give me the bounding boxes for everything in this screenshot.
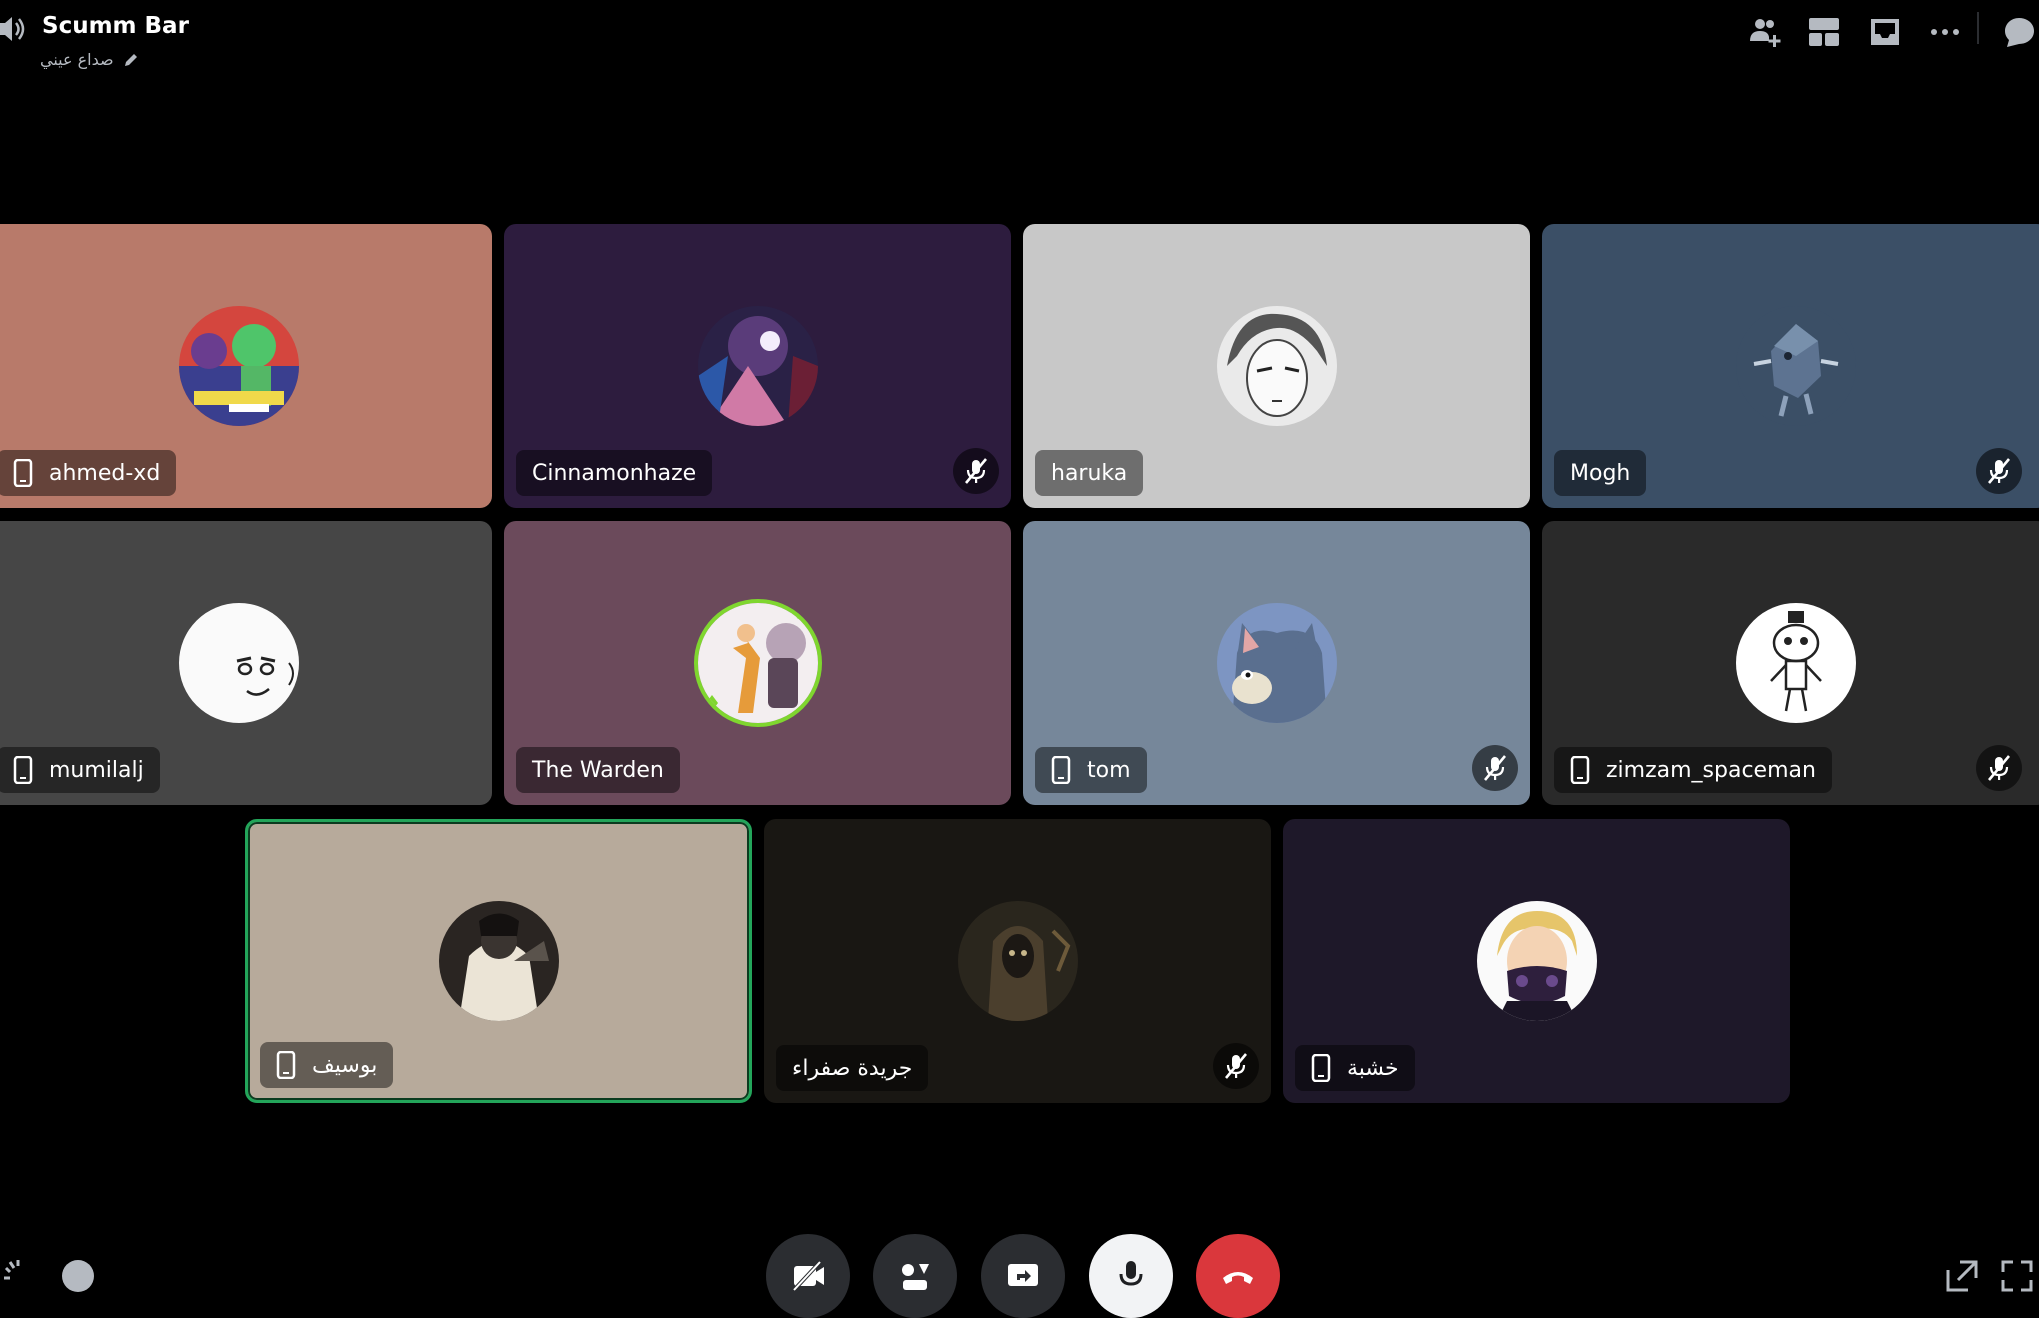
nameplate: Cinnamonhaze: [516, 450, 713, 496]
pop-out-icon[interactable]: [1944, 1258, 1980, 1294]
nameplate: ahmed-xd: [0, 450, 177, 496]
nameplate: خشبة: [1295, 1045, 1415, 1091]
participant-name: خشبة: [1347, 1055, 1399, 1081]
mobile-phone-icon: [1051, 756, 1071, 784]
avatar: [697, 603, 818, 723]
share-screen-button[interactable]: [981, 1234, 1065, 1318]
mic-muted-icon: [965, 458, 987, 484]
nameplate: بوسيف: [260, 1042, 394, 1088]
nameplate: tom: [1035, 747, 1147, 793]
participant-tile[interactable]: ahmed-xd: [0, 224, 492, 508]
soundboard-icon[interactable]: [0, 1258, 36, 1294]
participant-tile[interactable]: haruka: [1023, 224, 1530, 508]
activities-icon: [902, 1264, 929, 1290]
activities-button[interactable]: [873, 1234, 957, 1318]
speaker-icon: [0, 17, 25, 41]
share-screen-icon: [1008, 1264, 1038, 1286]
inbox-button[interactable]: [1865, 12, 1905, 52]
avatar: [178, 603, 299, 723]
muted-indicator: [1213, 1043, 1259, 1089]
participant-name: بوسيف: [312, 1052, 378, 1078]
participant-name: tom: [1087, 757, 1131, 783]
nameplate: mumilalj: [0, 747, 160, 793]
hang-up-icon: [1223, 1272, 1253, 1284]
inbox-icon: [1871, 19, 1899, 45]
mic-muted-icon: [1988, 755, 2010, 781]
participant-tile[interactable]: tom: [1023, 521, 1530, 805]
participant-name: جريدة صفراء: [792, 1055, 913, 1081]
layout-button[interactable]: [1804, 12, 1844, 52]
mobile-phone-icon: [1311, 1054, 1331, 1082]
fullscreen-icon[interactable]: [1999, 1258, 2035, 1294]
participant-tile[interactable]: جريدة صفراء: [764, 819, 1271, 1103]
avatar: [438, 901, 559, 1021]
mobile-phone-icon: [276, 1051, 296, 1079]
avatar: [1476, 901, 1597, 1021]
more-icon: [1931, 29, 1959, 35]
nameplate: haruka: [1035, 450, 1144, 496]
participant-tile[interactable]: mumilalj: [0, 521, 492, 805]
mobile-phone-icon: [13, 756, 33, 784]
muted-indicator: [1976, 745, 2022, 791]
avatar: [1735, 603, 1856, 723]
participant-tile[interactable]: خشبة: [1283, 819, 1790, 1103]
chat-button[interactable]: [1999, 12, 2039, 52]
avatar: [1735, 306, 1856, 426]
participant-name: haruka: [1051, 460, 1128, 486]
avatar: [1216, 306, 1337, 426]
nameplate: جريدة صفراء: [776, 1045, 929, 1091]
channel-status[interactable]: صداع عيني: [40, 50, 140, 69]
participant-tile[interactable]: zimzam_spaceman: [1542, 521, 2039, 805]
channel-title: Scumm Bar: [42, 13, 189, 39]
call-header: Scumm Bar صداع عيني: [0, 0, 2039, 80]
participant-tile[interactable]: Mogh: [1542, 224, 2039, 508]
mobile-phone-icon: [13, 459, 33, 487]
avatar: [957, 901, 1078, 1021]
grid-layout-icon: [1809, 18, 1839, 46]
participant-tile[interactable]: The Warden: [504, 521, 1011, 805]
channel-status-text: صداع عيني: [40, 50, 114, 69]
mic-muted-icon: [1484, 755, 1506, 781]
microphone-icon: [1119, 1261, 1143, 1286]
camera-off-icon: [792, 1260, 824, 1292]
muted-indicator: [1976, 448, 2022, 494]
nameplate: Mogh: [1554, 450, 1647, 496]
add-people-icon: [1750, 19, 1781, 47]
muted-indicator: [953, 448, 999, 494]
mobile-phone-icon: [1570, 756, 1590, 784]
participant-tile-speaking[interactable]: بوسيف: [245, 819, 752, 1103]
participant-name: ahmed-xd: [49, 460, 161, 486]
participant-tile[interactable]: Cinnamonhaze: [504, 224, 1011, 508]
avatar: [178, 306, 299, 426]
microphone-button[interactable]: [1089, 1234, 1173, 1318]
participant-name: Mogh: [1570, 460, 1631, 486]
mic-muted-icon: [1225, 1053, 1247, 1079]
participant-name: The Warden: [532, 757, 664, 783]
nameplate: zimzam_spaceman: [1554, 747, 1832, 793]
camera-off-button[interactable]: [766, 1234, 850, 1318]
participant-name: Cinnamonhaze: [532, 460, 697, 486]
chat-icon: [2005, 18, 2034, 47]
disconnect-button[interactable]: [1196, 1234, 1280, 1318]
more-options-button[interactable]: [1925, 12, 1965, 52]
header-divider: [1977, 12, 1979, 44]
emoji-icon[interactable]: [60, 1258, 96, 1294]
participant-name: mumilalj: [49, 757, 144, 783]
avatar: [1216, 603, 1337, 723]
edit-status-icon[interactable]: [122, 51, 140, 69]
nameplate: The Warden: [516, 747, 680, 793]
avatar: [697, 306, 818, 426]
invite-button[interactable]: [1745, 12, 1785, 52]
muted-indicator: [1472, 745, 1518, 791]
participant-name: zimzam_spaceman: [1606, 757, 1816, 783]
mic-muted-icon: [1988, 458, 2010, 484]
